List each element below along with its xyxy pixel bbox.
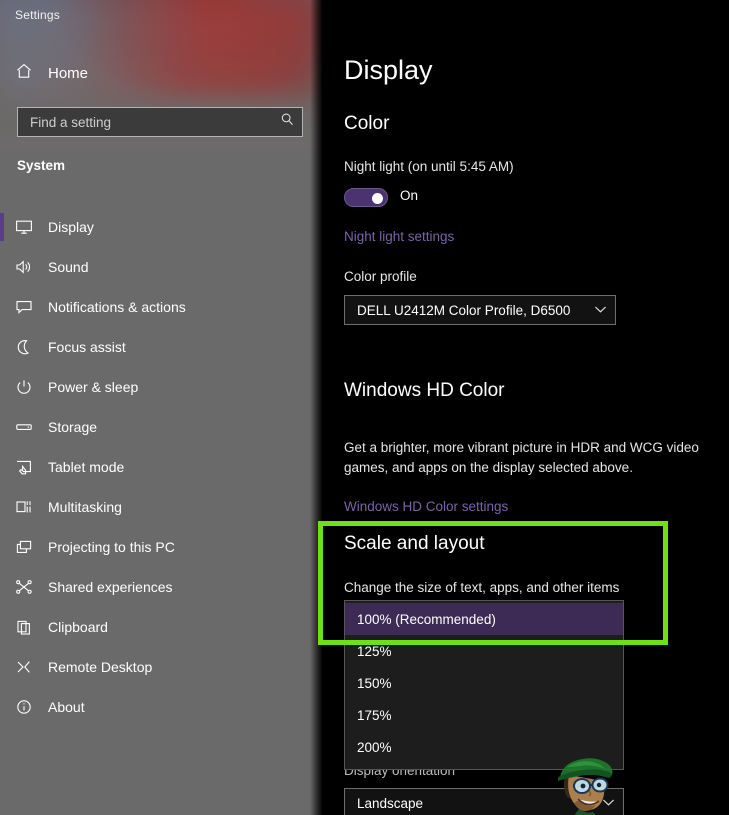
sidebar-item-multitasking[interactable]: Multitasking: [0, 487, 322, 527]
selection-accent-bar: [0, 413, 4, 441]
sidebar-item-notifications[interactable]: Notifications & actions: [0, 287, 322, 327]
sidebar-item-label: Shared experiences: [48, 579, 173, 595]
monitor-icon: [0, 219, 48, 235]
multitask-icon: [0, 499, 48, 515]
selection-accent-bar: [0, 653, 4, 681]
sidebar-item-label: Remote Desktop: [48, 659, 152, 675]
share-nodes-icon: [0, 579, 48, 595]
sidebar-group-title: System: [17, 158, 65, 173]
project-screen-icon: [0, 539, 48, 555]
power-icon: [0, 379, 48, 395]
hd-color-description-line2: games, and apps on the display selected …: [344, 460, 633, 475]
scale-dropdown-list[interactable]: 100% (Recommended) 125% 150% 175% 200%: [344, 600, 624, 770]
sidebar-item-label: About: [48, 699, 85, 715]
toggle-knob: [372, 193, 383, 204]
selection-accent-bar: [0, 493, 4, 521]
night-light-settings-link[interactable]: Night light settings: [344, 229, 454, 244]
scale-option-label: 125%: [357, 644, 392, 659]
selection-accent-bar: [0, 333, 4, 361]
hd-color-settings-link[interactable]: Windows HD Color settings: [344, 499, 508, 514]
scale-option-label: 175%: [357, 708, 392, 723]
sidebar-item-label: Power & sleep: [48, 379, 138, 395]
window-titlebar: Settings: [0, 0, 322, 34]
sidebar-item-storage[interactable]: Storage: [0, 407, 322, 447]
chat-bubble-icon: [0, 299, 48, 315]
page-title: Display: [344, 55, 433, 86]
hd-color-description-line1: Get a brighter, more vibrant picture in …: [344, 440, 699, 455]
scale-option-200[interactable]: 200%: [345, 731, 623, 763]
sidebar-item-remote-desktop[interactable]: Remote Desktop: [0, 647, 322, 687]
search-input[interactable]: [18, 115, 272, 130]
night-light-toggle[interactable]: [344, 188, 388, 207]
chevron-down-icon: [593, 796, 623, 810]
selection-accent-bar: [0, 293, 4, 321]
chevron-down-icon: [585, 303, 615, 317]
night-light-state-label: On: [400, 188, 418, 203]
selection-accent-bar: [0, 213, 4, 241]
sidebar-item-label: Clipboard: [48, 619, 108, 635]
sidebar-item-label: Multitasking: [48, 499, 122, 515]
tablet-hand-icon: [0, 459, 48, 475]
sidebar-home-label: Home: [48, 65, 88, 82]
sidebar-item-clipboard[interactable]: Clipboard: [0, 607, 322, 647]
scale-option-175[interactable]: 175%: [345, 699, 623, 731]
clipboard-icon: [0, 619, 48, 635]
sidebar-item-home[interactable]: Home: [0, 58, 322, 88]
sidebar-item-about[interactable]: About: [0, 687, 322, 727]
sidebar-item-display[interactable]: Display: [0, 207, 322, 247]
color-profile-value: DELL U2412M Color Profile, D6500: [345, 303, 585, 318]
sidebar-item-label: Storage: [48, 419, 97, 435]
info-circle-icon: [0, 699, 48, 715]
color-profile-dropdown[interactable]: DELL U2412M Color Profile, D6500: [344, 295, 616, 325]
color-section-heading: Color: [344, 113, 389, 135]
color-profile-label: Color profile: [344, 269, 417, 284]
selection-accent-bar: [0, 253, 4, 281]
remote-desktop-icon: [0, 659, 48, 675]
sidebar-item-focus-assist[interactable]: Focus assist: [0, 327, 322, 367]
home-icon: [0, 62, 48, 85]
scale-option-label: 200%: [357, 740, 392, 755]
window-title: Settings: [15, 8, 60, 22]
sidebar-item-label: Display: [48, 219, 94, 235]
sidebar-nav-list: Display Sound: [0, 207, 322, 727]
sidebar-item-tablet-mode[interactable]: Tablet mode: [0, 447, 322, 487]
settings-sidebar: Settings Home System: [0, 0, 322, 815]
selection-accent-bar: [0, 533, 4, 561]
scale-option-150[interactable]: 150%: [345, 667, 623, 699]
display-orientation-dropdown[interactable]: Landscape: [344, 788, 624, 815]
sidebar-item-label: Focus assist: [48, 339, 126, 355]
scale-option-100[interactable]: 100% (Recommended): [345, 603, 623, 635]
hd-color-heading: Windows HD Color: [344, 380, 504, 402]
scale-option-label: 100% (Recommended): [357, 612, 496, 627]
selection-accent-bar: [0, 373, 4, 401]
scale-layout-description: Change the size of text, apps, and other…: [344, 580, 619, 595]
sidebar-item-shared-experiences[interactable]: Shared experiences: [0, 567, 322, 607]
scale-option-label: 150%: [357, 676, 392, 691]
search-container[interactable]: [17, 107, 303, 137]
sidebar-item-sound[interactable]: Sound: [0, 247, 322, 287]
speaker-icon: [0, 259, 48, 275]
selection-accent-bar: [0, 453, 4, 481]
sidebar-item-label: Tablet mode: [48, 459, 124, 475]
search-icon[interactable]: [272, 112, 302, 132]
scale-option-125[interactable]: 125%: [345, 635, 623, 667]
sidebar-item-label: Projecting to this PC: [48, 539, 175, 555]
selection-accent-bar: [0, 613, 4, 641]
selection-accent-bar: [0, 693, 4, 721]
scale-layout-heading: Scale and layout: [344, 533, 485, 555]
night-light-label: Night light (on until 5:45 AM): [344, 159, 514, 174]
sidebar-item-projecting[interactable]: Projecting to this PC: [0, 527, 322, 567]
drive-icon: [0, 419, 48, 435]
moon-icon: [0, 339, 48, 355]
sidebar-item-power-sleep[interactable]: Power & sleep: [0, 367, 322, 407]
sidebar-item-label: Notifications & actions: [48, 299, 186, 315]
selection-accent-bar: [0, 573, 4, 601]
display-orientation-value: Landscape: [345, 796, 593, 811]
settings-window: Settings Home System: [0, 0, 729, 815]
sidebar-item-label: Sound: [48, 259, 88, 275]
